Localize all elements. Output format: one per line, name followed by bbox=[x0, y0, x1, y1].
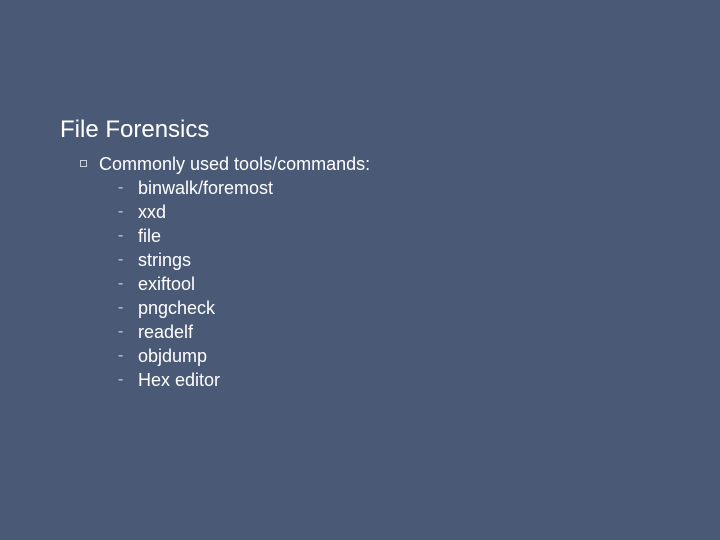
list-item: - binwalk/foremost bbox=[118, 176, 370, 200]
list-item: - file bbox=[118, 224, 370, 248]
slide-content: Commonly used tools/commands: - binwalk/… bbox=[80, 152, 370, 392]
list-item-label: readelf bbox=[138, 320, 193, 344]
bullet-item: Commonly used tools/commands: bbox=[80, 152, 370, 176]
bullet-label: Commonly used tools/commands: bbox=[99, 152, 370, 176]
list-item: - objdump bbox=[118, 344, 370, 368]
dash-icon: - bbox=[118, 368, 138, 392]
list-item-label: objdump bbox=[138, 344, 207, 368]
sub-list: - binwalk/foremost - xxd - file - string… bbox=[118, 176, 370, 392]
dash-icon: - bbox=[118, 344, 138, 368]
dash-icon: - bbox=[118, 296, 138, 320]
list-item-label: exiftool bbox=[138, 272, 195, 296]
list-item: - pngcheck bbox=[118, 296, 370, 320]
list-item: - exiftool bbox=[118, 272, 370, 296]
list-item-label: xxd bbox=[138, 200, 166, 224]
list-item-label: binwalk/foremost bbox=[138, 176, 273, 200]
square-bullet-icon bbox=[80, 160, 87, 167]
list-item-label: Hex editor bbox=[138, 368, 220, 392]
list-item: - strings bbox=[118, 248, 370, 272]
list-item: - Hex editor bbox=[118, 368, 370, 392]
list-item-label: strings bbox=[138, 248, 191, 272]
dash-icon: - bbox=[118, 272, 138, 296]
slide-title: File Forensics bbox=[60, 116, 209, 144]
dash-icon: - bbox=[118, 176, 138, 200]
dash-icon: - bbox=[118, 200, 138, 224]
list-item: - readelf bbox=[118, 320, 370, 344]
dash-icon: - bbox=[118, 224, 138, 248]
list-item-label: file bbox=[138, 224, 161, 248]
list-item-label: pngcheck bbox=[138, 296, 215, 320]
dash-icon: - bbox=[118, 320, 138, 344]
dash-icon: - bbox=[118, 248, 138, 272]
list-item: - xxd bbox=[118, 200, 370, 224]
